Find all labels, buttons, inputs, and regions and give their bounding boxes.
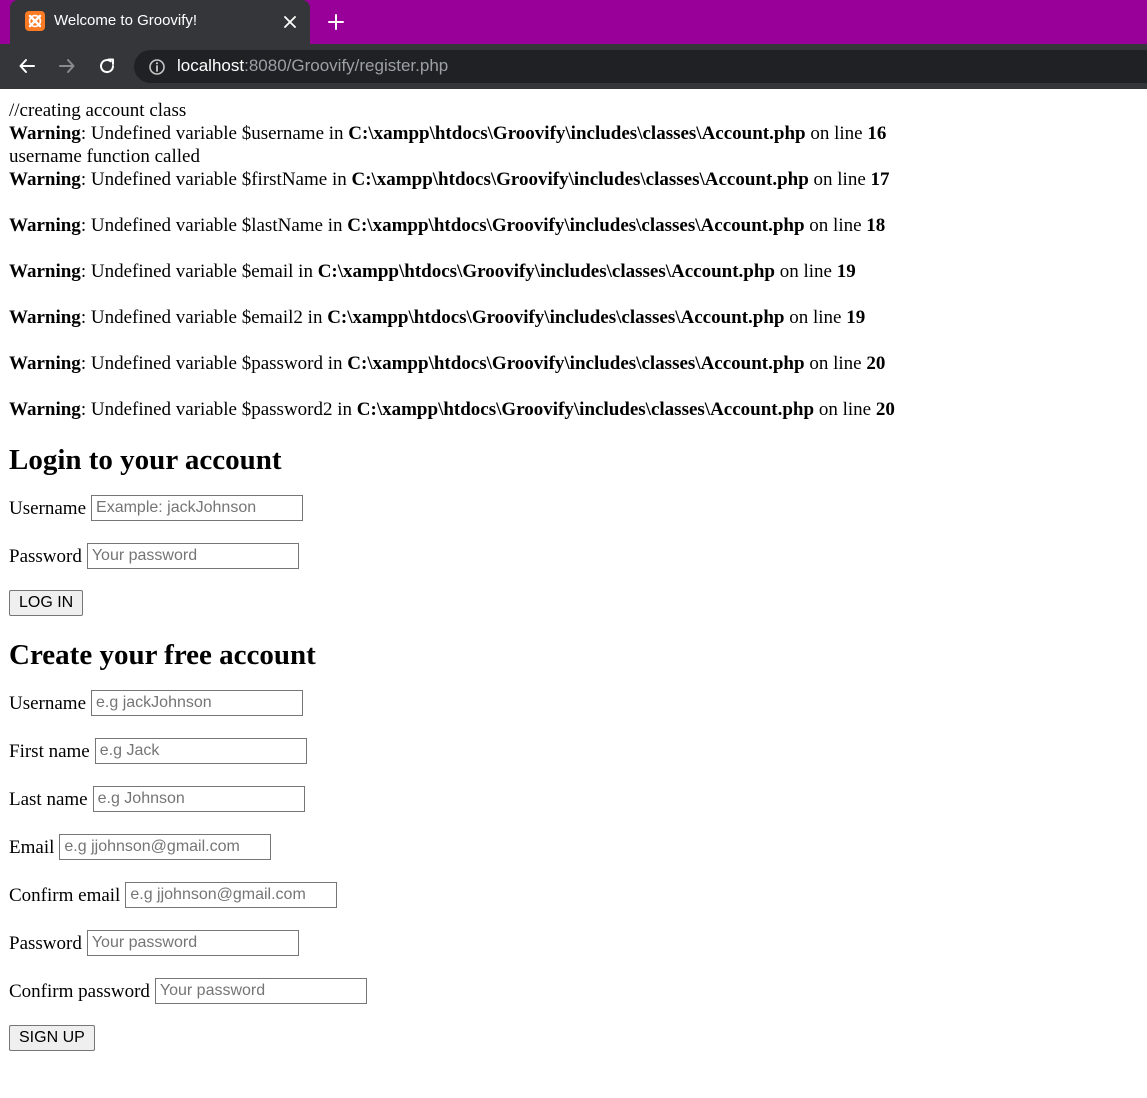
url-host: localhost: [177, 56, 245, 75]
warning-line-number: 17: [870, 169, 890, 190]
warning-message: : Undefined variable $email2 in: [80, 307, 328, 328]
warning-line-number: 20: [866, 353, 886, 374]
warning-path: C:\xampp\htdocs\Groovify\includes\classe…: [356, 399, 815, 420]
warning-online: on line: [808, 169, 871, 190]
warning-online: on line: [804, 353, 867, 374]
login-form: Login to your account Username Password …: [9, 443, 1138, 616]
register-email-label: Email: [9, 836, 55, 858]
warning-message: : Undefined variable $email in: [80, 261, 318, 282]
signup-button-row: SIGN UP: [9, 1025, 1138, 1051]
close-tab-icon[interactable]: [280, 12, 300, 32]
warning-line-number: 18: [866, 215, 886, 236]
register-password2-input[interactable]: [154, 978, 367, 1004]
warning-path: C:\xampp\htdocs\Groovify\includes\classe…: [351, 169, 809, 190]
warning-message: : Undefined variable $lastName in: [80, 215, 348, 236]
login-button[interactable]: LOG IN: [9, 590, 84, 616]
info-icon[interactable]: [148, 58, 166, 76]
warning-message: : Undefined variable $firstName in: [80, 169, 352, 190]
warning-online: on line: [784, 307, 847, 328]
login-password-label: Password: [9, 545, 82, 567]
register-email2-row: Confirm email: [9, 882, 1138, 908]
register-email-input[interactable]: [59, 834, 272, 860]
php-warning: Warning: Undefined variable $firstName i…: [9, 168, 1138, 191]
login-username-row: Username: [9, 495, 1138, 521]
warning-message: : Undefined variable $password2 in: [80, 399, 357, 420]
forward-arrow-icon[interactable]: [54, 53, 80, 79]
php-warning: Warning: Undefined variable $email in C:…: [9, 260, 1138, 283]
page-content: //creating account class Warning: Undefi…: [0, 89, 1147, 1098]
warning-online: on line: [814, 399, 876, 420]
php-warning: Warning: Undefined variable $password2 i…: [9, 398, 1138, 421]
debug-line-creating-account: //creating account class: [9, 100, 187, 121]
warning-label: Warning: [9, 307, 81, 328]
warning-online: on line: [804, 215, 867, 236]
warning-line-number: 16: [867, 123, 887, 144]
login-button-row: LOG IN: [9, 590, 1138, 616]
warning-path: C:\xampp\htdocs\Groovify\includes\classe…: [348, 123, 806, 144]
register-email2-input[interactable]: [125, 882, 338, 908]
warning-path: C:\xampp\htdocs\Groovify\includes\classe…: [317, 261, 775, 282]
warning-label: Warning: [9, 169, 81, 190]
warning-label: Warning: [9, 261, 81, 282]
new-tab-plus-icon[interactable]: [325, 11, 347, 33]
register-username-row: Username: [9, 690, 1138, 716]
login-password-input[interactable]: [86, 543, 299, 569]
register-lastname-input[interactable]: [92, 786, 305, 812]
php-warning: Warning: Undefined variable $password in…: [9, 352, 1138, 375]
debug-line-username-called: username function called: [9, 146, 200, 167]
php-warning: Warning: Undefined variable $email2 in C…: [9, 306, 1138, 329]
register-lastname-label: Last name: [9, 788, 88, 810]
register-password-input[interactable]: [86, 930, 299, 956]
register-password2-label: Confirm password: [9, 980, 150, 1002]
browser-tab[interactable]: Welcome to Groovify!: [10, 0, 310, 44]
signup-button[interactable]: SIGN UP: [9, 1025, 95, 1051]
login-heading: Login to your account: [9, 444, 282, 476]
warning-message: : Undefined variable $username in: [80, 123, 349, 144]
php-warning: Warning: Undefined variable $lastName in…: [9, 214, 1138, 237]
url-text: localhost:8080/Groovify/register.php: [177, 56, 448, 76]
login-username-input[interactable]: [91, 495, 304, 521]
register-email-row: Email: [9, 834, 1138, 860]
xampp-favicon-icon: [25, 11, 45, 31]
register-firstname-input[interactable]: [94, 738, 307, 764]
register-firstname-row: First name: [9, 738, 1138, 764]
url-path: :8080/Groovify/register.php: [244, 56, 449, 75]
php-warning: Warning: Undefined variable $username in…: [9, 122, 1138, 145]
register-password-label: Password: [9, 932, 82, 954]
register-firstname-label: First name: [9, 740, 90, 762]
register-password-row: Password: [9, 930, 1138, 956]
register-email2-label: Confirm email: [9, 884, 121, 906]
warning-label: Warning: [9, 123, 81, 144]
warning-label: Warning: [9, 215, 81, 236]
register-lastname-row: Last name: [9, 786, 1138, 812]
register-form: Create your free account Username First …: [9, 638, 1138, 1051]
register-username-input[interactable]: [91, 690, 304, 716]
warning-online: on line: [805, 123, 868, 144]
warning-line-number: 19: [846, 307, 866, 328]
login-password-row: Password: [9, 543, 1138, 569]
warning-online: on line: [775, 261, 837, 282]
warning-path: C:\xampp\htdocs\Groovify\includes\classe…: [347, 215, 805, 236]
register-heading: Create your free account: [9, 639, 316, 671]
warning-line-number: 20: [875, 399, 895, 420]
warning-path: C:\xampp\htdocs\Groovify\includes\classe…: [347, 353, 805, 374]
tab-title: Welcome to Groovify!: [54, 12, 198, 29]
browser-toolbar: localhost:8080/Groovify/register.php: [0, 44, 1147, 89]
reload-icon[interactable]: [94, 53, 120, 79]
warning-line-number: 19: [836, 261, 856, 282]
warning-label: Warning: [9, 353, 81, 374]
back-arrow-icon[interactable]: [14, 53, 40, 79]
register-password2-row: Confirm password: [9, 978, 1138, 1004]
warning-message: : Undefined variable $password in: [80, 353, 348, 374]
warning-path: C:\xampp\htdocs\Groovify\includes\classe…: [327, 307, 785, 328]
warning-label: Warning: [9, 399, 81, 420]
login-username-label: Username: [9, 497, 87, 519]
tab-strip: Welcome to Groovify!: [0, 0, 1147, 44]
register-username-label: Username: [9, 692, 87, 714]
address-bar[interactable]: localhost:8080/Groovify/register.php: [134, 50, 1147, 83]
